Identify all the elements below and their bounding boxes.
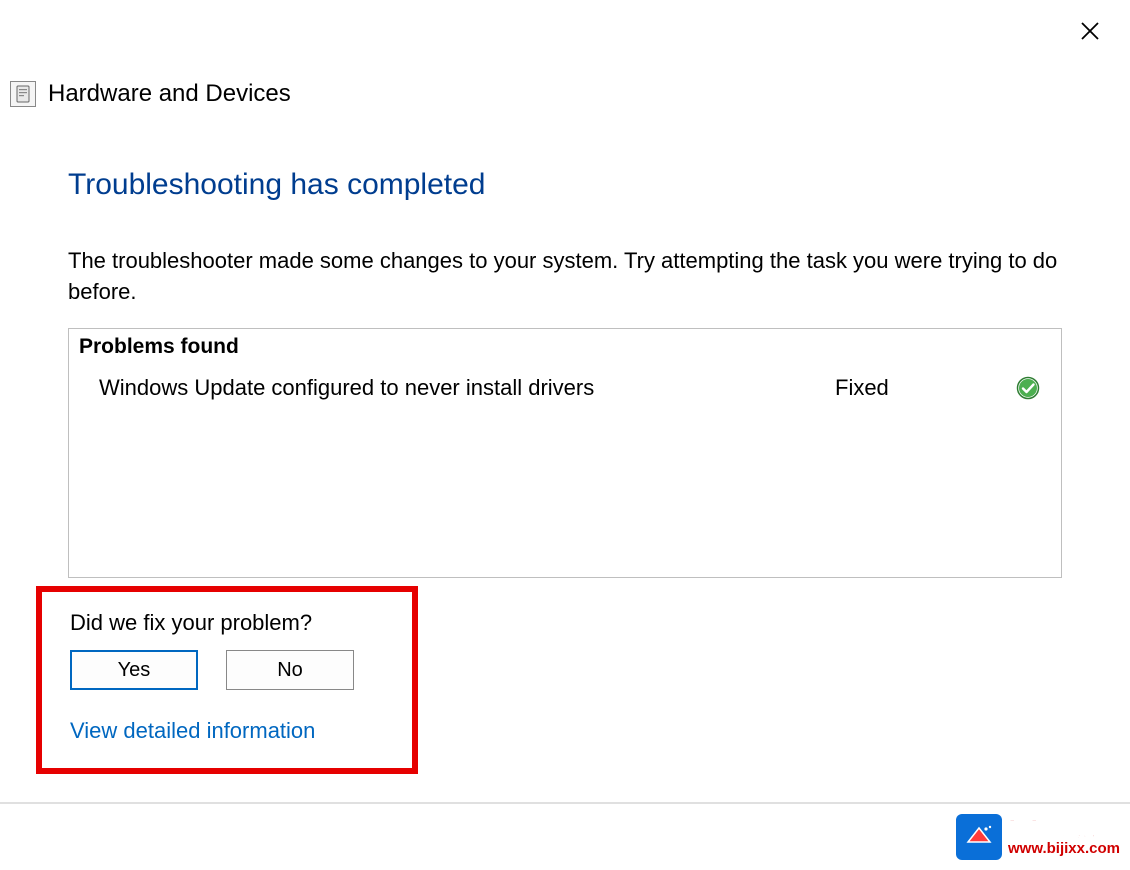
dialog-header: Hardware and Devices <box>0 0 1130 108</box>
watermark-cn-text: 嘻嘻笔记 <box>1008 817 1120 841</box>
main-heading: Troubleshooting has completed <box>68 168 1062 202</box>
dialog-title: Hardware and Devices <box>48 80 291 108</box>
feedback-button-row: Yes No <box>70 650 384 690</box>
problems-header: Problems found <box>69 329 1061 365</box>
problems-found-box: Problems found Windows Update configured… <box>68 328 1062 578</box>
problem-status: Fixed <box>835 375 1015 401</box>
close-button[interactable] <box>1074 16 1106 48</box>
watermark-url-text: www.bijixx.com <box>1008 841 1120 858</box>
troubleshooter-icon <box>10 81 36 107</box>
close-icon <box>1080 21 1100 44</box>
feedback-question: Did we fix your problem? <box>70 610 384 636</box>
feedback-section: Did we fix your problem? Yes No View det… <box>36 586 418 774</box>
check-circle-icon <box>1015 375 1041 401</box>
problem-row: Windows Update configured to never insta… <box>69 365 1061 411</box>
no-button[interactable]: No <box>226 650 354 690</box>
footer-separator <box>0 802 1130 804</box>
dialog-content: Troubleshooting has completed The troubl… <box>0 108 1130 578</box>
problem-description: Windows Update configured to never insta… <box>99 375 835 401</box>
yes-button[interactable]: Yes <box>70 650 198 690</box>
view-detailed-information-link[interactable]: View detailed information <box>70 718 315 743</box>
watermark-logo-icon <box>956 814 1002 860</box>
description-text: The troubleshooter made some changes to … <box>68 246 1062 308</box>
watermark: 嘻嘻笔记 www.bijixx.com <box>956 814 1120 860</box>
watermark-text: 嘻嘻笔记 www.bijixx.com <box>1008 817 1120 858</box>
